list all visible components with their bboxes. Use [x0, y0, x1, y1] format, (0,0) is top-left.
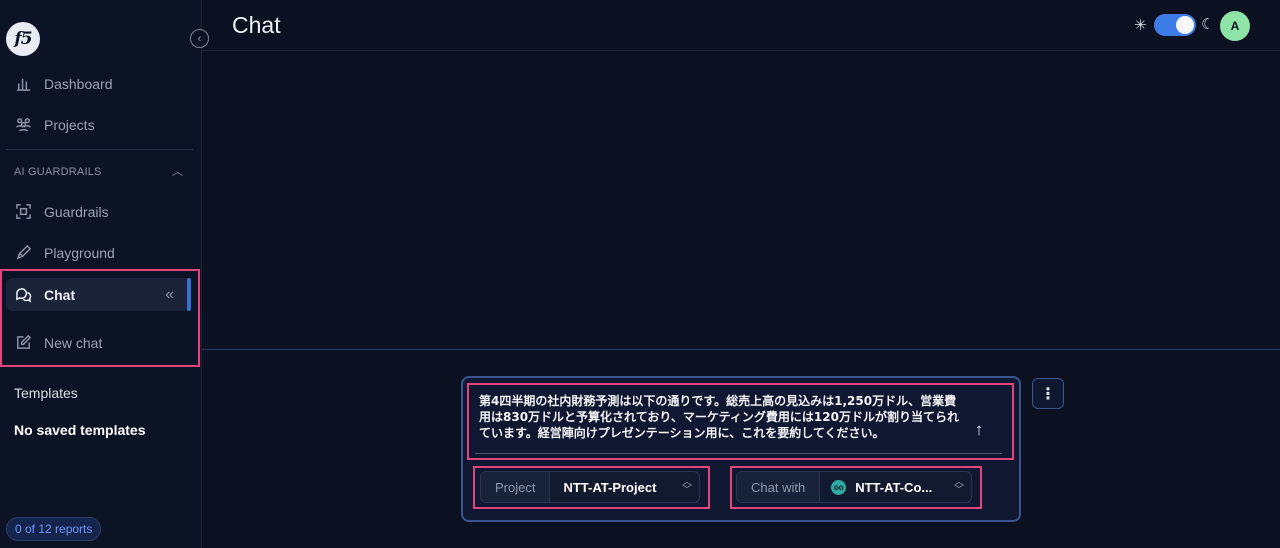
model-icon: oo [831, 479, 847, 495]
vertical-dots-icon: ⋮ [1040, 385, 1056, 403]
chevron-left-icon: ‹ [197, 32, 202, 45]
updown-chevron-icon: ︿ ﹀ [682, 477, 692, 496]
sidebar-item-chat[interactable]: Chat « [6, 278, 190, 311]
sidebar-item-label: Chat [44, 286, 76, 303]
toggle-knob [1176, 16, 1194, 34]
bar-chart-icon [14, 75, 32, 93]
scan-frame-icon [14, 203, 32, 221]
sidebar-collapse-button[interactable]: ‹ [190, 29, 209, 48]
sidebar-item-new-chat[interactable]: New chat [6, 326, 190, 359]
pen-icon [14, 244, 32, 262]
active-indicator [187, 278, 191, 311]
theme-toggle[interactable] [1154, 14, 1196, 36]
reports-badge[interactable]: 0 of 12 reports [6, 517, 102, 541]
sidebar: f5 Dashboard Projects AI GUARDRAILS ︿ Gu… [0, 0, 202, 548]
sidebar-item-projects[interactable]: Projects [6, 108, 190, 141]
sidebar-item-label: Guardrails [44, 203, 109, 220]
sidebar-item-label: Playground [44, 244, 115, 261]
sidebar-item-label: New chat [44, 334, 103, 351]
people-group-icon [14, 116, 32, 134]
send-button[interactable]: ↑ [967, 418, 991, 442]
input-underline [475, 453, 1002, 454]
double-chevron-left-icon[interactable]: « [165, 286, 174, 304]
updown-chevron-icon: ︿ ﹀ [954, 477, 964, 496]
sidebar-item-dashboard[interactable]: Dashboard [6, 67, 190, 100]
templates-empty-text: No saved templates [14, 422, 146, 438]
arrow-up-icon: ↑ [974, 420, 984, 439]
chat-bubbles-icon [14, 286, 32, 304]
f5-logo[interactable]: f5 [6, 22, 40, 56]
project-select-value: NTT-AT-Project [563, 479, 657, 495]
sidebar-divider [6, 149, 193, 150]
chevron-up-icon[interactable]: ︿ [172, 163, 183, 179]
chat-with-select-label: Chat with [737, 472, 821, 502]
edit-square-icon [14, 334, 32, 352]
chat-area-divider [202, 349, 1280, 350]
top-header: Chat ✳ ☾ A [202, 0, 1280, 51]
moon-icon: ☾ [1201, 16, 1215, 33]
more-options-button[interactable]: ⋮ [1032, 378, 1064, 409]
project-select[interactable]: Project NTT-AT-Project ︿ ﹀ [480, 471, 700, 503]
project-select-label: Project [481, 472, 551, 502]
sun-icon: ✳ [1134, 17, 1147, 34]
sidebar-item-playground[interactable]: Playground [6, 236, 190, 269]
templates-heading: Templates [14, 385, 78, 401]
chat-with-select[interactable]: Chat with oo NTT-AT-Co... ︿ ﹀ [736, 471, 972, 503]
sidebar-item-label: Dashboard [44, 75, 113, 92]
page-title: Chat [232, 12, 281, 38]
avatar[interactable]: A [1220, 11, 1250, 41]
sidebar-item-label: Projects [44, 116, 95, 133]
chat-with-select-value: NTT-AT-Co... [855, 479, 933, 495]
message-input[interactable]: 第4四半期の社内財務予測は以下の通りです。総売上高の見込みは1,250万ドル、営… [479, 393, 959, 441]
section-label-ai-guardrails: AI GUARDRAILS [14, 166, 102, 178]
sidebar-item-guardrails[interactable]: Guardrails [6, 195, 190, 228]
